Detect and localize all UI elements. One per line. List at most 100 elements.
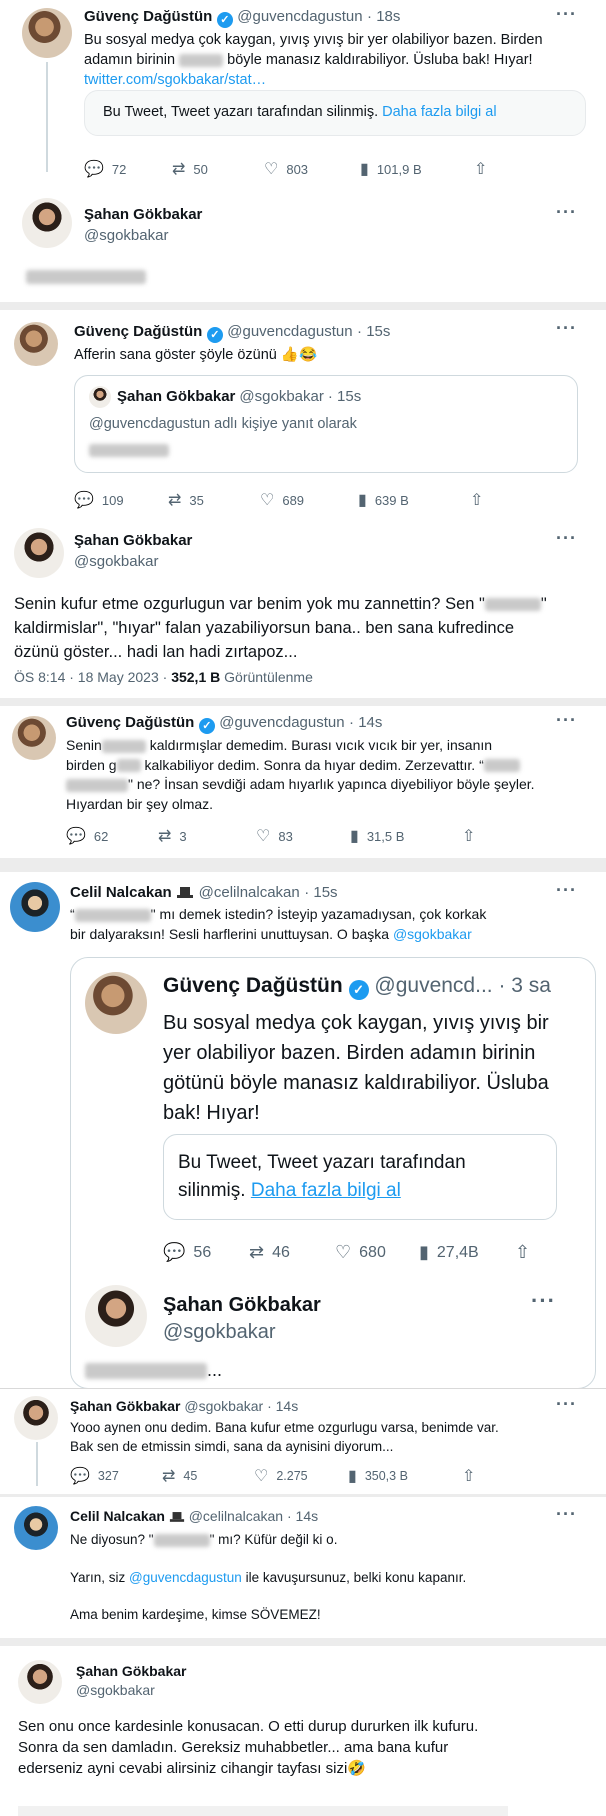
author-handle[interactable]: @sgokbakar: [84, 227, 202, 244]
reply-button[interactable]: 💬 62: [66, 826, 158, 846]
mention-link[interactable]: @guvencdagustun: [129, 1570, 242, 1585]
author-name[interactable]: Şahan Gökbakar: [70, 1398, 181, 1414]
author-name[interactable]: Güvenç Dağüstün: [74, 323, 202, 340]
more-icon[interactable]: ···: [556, 880, 577, 901]
reply-button[interactable]: 💬 327: [70, 1466, 162, 1486]
avatar: [85, 972, 147, 1034]
avatar[interactable]: [14, 1506, 58, 1550]
deleted-tweet-notice: Bu Tweet, Tweet yazarı tarafından silinm…: [163, 1134, 557, 1220]
tweet-time[interactable]: · 15s: [304, 884, 337, 901]
retweet-button[interactable]: ⇄ 45: [162, 1466, 254, 1486]
retweet-icon: ⇄: [162, 1468, 176, 1485]
author-name[interactable]: Güvenç Dağüstün: [84, 8, 212, 25]
thread-line: [46, 62, 48, 172]
blurred-word: [179, 53, 224, 67]
author-handle[interactable]: @sgokbakar: [74, 553, 192, 570]
views-button[interactable]: ▮ 639 B: [358, 490, 470, 510]
learn-more-link[interactable]: Daha fazla bilgi al: [251, 1180, 401, 1201]
author-name[interactable]: Şahan Gökbakar: [84, 206, 202, 223]
blurred-text: ...: [85, 1360, 222, 1381]
verified-icon: ✓: [216, 12, 233, 28]
avatar[interactable]: [18, 1660, 62, 1704]
avatar[interactable]: [10, 882, 60, 932]
more-icon[interactable]: ···: [556, 710, 577, 731]
quoted-tweet[interactable]: Şahan Gökbakar @sgokbakar · 15s @guvencd…: [74, 375, 578, 473]
quoted-time: · 3 sa: [498, 974, 551, 997]
quoted-author-name: Güvenç Dağüstün: [163, 974, 343, 997]
tweet-time[interactable]: · 18s: [367, 8, 400, 25]
tweet-text: Ne diyosun? " " mı? Küfür değil ki o.: [70, 1532, 338, 1547]
author-handle[interactable]: @guvencdagustun: [227, 323, 352, 340]
reply-icon: 💬: [163, 1242, 186, 1262]
reply-button[interactable]: 💬 109: [74, 490, 168, 510]
share-button[interactable]: ⇧: [470, 490, 483, 510]
retweet-button[interactable]: ⇄ 50: [172, 159, 264, 179]
share-button[interactable]: ⇧: [462, 826, 475, 846]
retweet-button: ⇄ 46: [249, 1242, 290, 1262]
tweet-link[interactable]: twitter.com/sgokbakar/stat…: [84, 72, 266, 88]
tweet-text: Senin kaldırmışlar demedim. Burası vıcık…: [66, 737, 535, 812]
avatar[interactable]: [14, 528, 64, 578]
author-name[interactable]: Şahan Gökbakar: [76, 1663, 187, 1679]
like-button[interactable]: ♡ 2.275: [254, 1466, 348, 1486]
avatar[interactable]: [12, 716, 56, 760]
learn-more-link[interactable]: Daha fazla bilgi al: [382, 104, 496, 120]
avatar[interactable]: [14, 1396, 58, 1440]
more-icon[interactable]: ···: [556, 4, 577, 25]
author-handle[interactable]: @celilnalcakan: [199, 884, 300, 901]
author-handle[interactable]: @sgokbakar: [184, 1398, 263, 1414]
author-handle[interactable]: @guvencdagustun: [237, 8, 362, 25]
tweet-text: Yooo aynen onu dedim. Bana kufur etme oz…: [70, 1420, 499, 1454]
more-icon[interactable]: ···: [556, 318, 577, 339]
share-button[interactable]: ⇧: [474, 159, 487, 179]
views-button[interactable]: ▮ 101,9 B: [360, 159, 474, 179]
author-handle: @sgokbakar: [163, 1321, 276, 1343]
author-name[interactable]: Celil Nalcakan: [70, 1508, 165, 1524]
separator: [0, 1638, 606, 1646]
tweet-time[interactable]: · 14s: [287, 1508, 318, 1524]
retweet-button[interactable]: ⇄ 3: [158, 826, 256, 846]
separator: [0, 858, 606, 872]
like-button[interactable]: ♡ 689: [260, 490, 358, 510]
quoted-tweet[interactable]: Güvenç Dağüstün ✓ @guvencd... · 3 sa Bu …: [70, 957, 596, 1389]
retweet-icon: ⇄: [172, 161, 186, 178]
author-handle[interactable]: @sgokbakar: [76, 1682, 187, 1698]
share-icon: ⇧: [462, 828, 476, 845]
author-handle[interactable]: @guvencdagustun: [219, 714, 344, 731]
more-icon[interactable]: ···: [556, 202, 577, 223]
author-handle[interactable]: @celilnalcakan: [189, 1508, 283, 1524]
tweet-time[interactable]: · 15s: [357, 323, 390, 340]
avatar: [89, 386, 111, 408]
reply-icon: 💬: [84, 161, 104, 178]
like-button[interactable]: ♡ 83: [256, 826, 350, 846]
author-name[interactable]: Güvenç Dağüstün: [66, 714, 194, 731]
more-icon[interactable]: ···: [556, 528, 577, 549]
retweet-icon: ⇄: [158, 828, 172, 845]
avatar[interactable]: [22, 8, 72, 58]
share-button[interactable]: ⇧: [462, 1466, 475, 1486]
reply-button: 💬 56: [163, 1242, 212, 1262]
views-button[interactable]: ▮ 350,3 B: [348, 1466, 462, 1486]
tweet-text: Sen onu once kardesinle konusacan. O ett…: [18, 1718, 479, 1777]
avatar[interactable]: [14, 322, 58, 366]
tweet-text: Afferin sana göster şöyle özünü 👍😂: [74, 347, 317, 363]
views-icon: ▮: [360, 161, 369, 178]
more-icon[interactable]: ···: [556, 1504, 577, 1525]
like-button[interactable]: ♡ 803: [264, 159, 360, 179]
views-button[interactable]: ▮ 31,5 B: [350, 826, 462, 846]
like-button: ♡ 680: [335, 1242, 386, 1262]
share-icon: ⇧: [462, 1468, 476, 1485]
retweet-button[interactable]: ⇄ 35: [168, 490, 260, 510]
author-name[interactable]: Şahan Gökbakar: [74, 532, 192, 549]
author-name[interactable]: Celil Nalcakan: [70, 884, 172, 901]
reply-context: @guvencdagustun adlı kişiye yanıt olarak: [89, 416, 357, 432]
reply-button[interactable]: 💬 72: [84, 159, 172, 179]
tweet-text: Yarın, siz @guvencdagustun ile kavuşursu…: [70, 1570, 467, 1585]
tweet-time[interactable]: · 14s: [349, 714, 382, 731]
avatar[interactable]: [22, 198, 72, 248]
mention-link[interactable]: @sgokbakar: [393, 926, 472, 942]
tweet-time[interactable]: · 14s: [267, 1398, 298, 1414]
blurred-text: [89, 444, 169, 457]
like-icon: ♡: [260, 492, 275, 509]
more-icon[interactable]: ···: [556, 1394, 577, 1415]
